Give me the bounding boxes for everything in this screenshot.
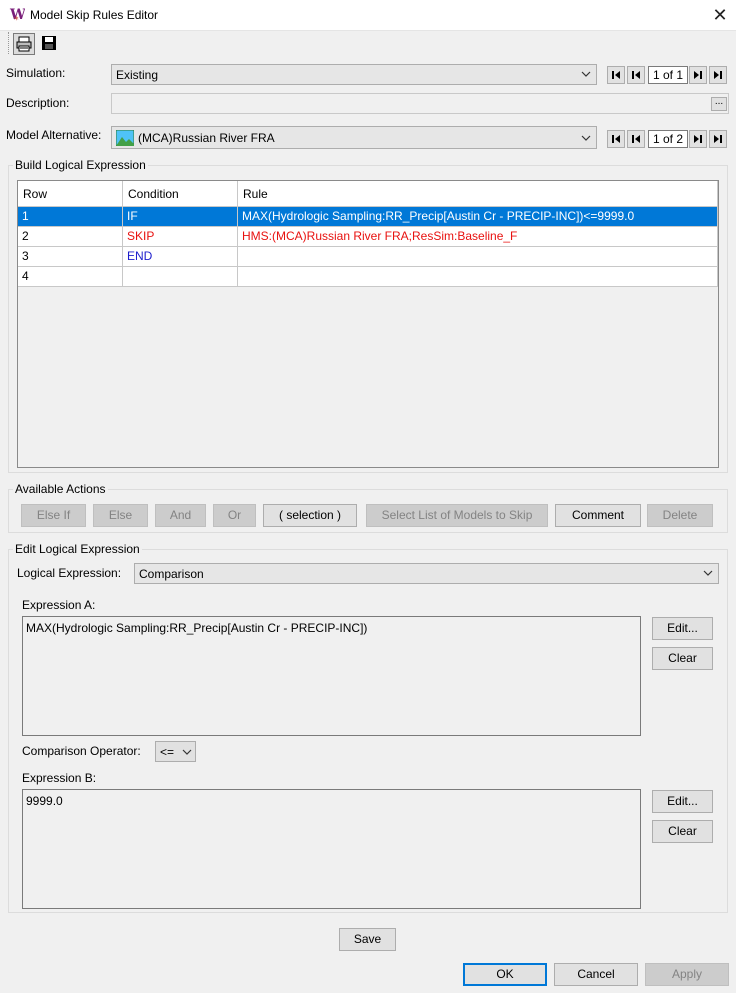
cell-condition[interactable]: IF	[123, 207, 238, 227]
and-button[interactable]: And	[155, 504, 206, 527]
available-actions-title: Available Actions	[13, 482, 108, 496]
comparison-operator-combo[interactable]: <=	[155, 741, 196, 762]
sim-last-button[interactable]	[709, 66, 727, 84]
cell-rule[interactable]	[238, 267, 718, 287]
sim-prev-button[interactable]	[627, 66, 645, 84]
expression-b-label: Expression B:	[22, 771, 97, 785]
cancel-button[interactable]: Cancel	[554, 963, 638, 986]
edit-a-button[interactable]: Edit...	[652, 617, 713, 640]
column-header-rule[interactable]: Rule	[238, 181, 718, 207]
select-list-models-button[interactable]: Select List of Models to Skip	[366, 504, 548, 527]
model-alternative-value: (MCA)Russian River FRA	[138, 131, 275, 145]
simulation-label: Simulation:	[6, 66, 66, 80]
ok-button[interactable]: OK	[463, 963, 547, 986]
cell-condition[interactable]: SKIP	[123, 227, 238, 247]
description-label: Description:	[6, 96, 70, 110]
apply-button[interactable]: Apply	[645, 963, 729, 986]
alt-last-button[interactable]	[709, 130, 727, 148]
selection-button[interactable]: ( selection )	[263, 504, 357, 527]
chevron-down-icon	[181, 746, 193, 758]
else-if-button[interactable]: Else If	[21, 504, 86, 527]
comparison-operator-label: Comparison Operator:	[22, 744, 141, 758]
simulation-combo[interactable]: Existing	[111, 64, 597, 85]
comparison-operator-value: <=	[160, 745, 175, 759]
sim-next-button[interactable]	[689, 66, 707, 84]
column-header-row[interactable]: Row	[18, 181, 123, 207]
edit-b-button[interactable]: Edit...	[652, 790, 713, 813]
cell-condition[interactable]: END	[123, 247, 238, 267]
simulation-value: Existing	[116, 68, 159, 82]
app-icon: W *	[9, 6, 26, 26]
model-alternative-combo[interactable]: (MCA)Russian River FRA	[111, 126, 597, 149]
sim-nav-label: 1 of 1	[648, 66, 688, 84]
edit-expression-title: Edit Logical Expression	[13, 542, 142, 556]
sim-first-button[interactable]	[607, 66, 625, 84]
cell-row[interactable]: 3	[18, 247, 123, 267]
svg-text:*: *	[14, 16, 19, 24]
cell-row[interactable]: 2	[18, 227, 123, 247]
description-browse-button[interactable]: ...	[711, 97, 727, 111]
expression-b-textarea[interactable]: 9999.0	[22, 789, 641, 909]
clear-b-button[interactable]: Clear	[652, 820, 713, 843]
logical-expression-label: Logical Expression:	[17, 566, 122, 580]
cell-rule[interactable]	[238, 247, 718, 267]
cell-row[interactable]: 4	[18, 267, 123, 287]
cell-rule[interactable]: HMS:(MCA)Russian River FRA;ResSim:Baseli…	[238, 227, 718, 247]
clear-a-button[interactable]: Clear	[652, 647, 713, 670]
expression-a-label: Expression A:	[22, 598, 96, 612]
alt-nav-label: 1 of 2	[648, 130, 688, 148]
window-title: Model Skip Rules Editor	[30, 8, 159, 22]
alt-prev-button[interactable]	[627, 130, 645, 148]
toolbar-grip	[8, 32, 10, 54]
close-icon[interactable]: ✕	[704, 3, 736, 29]
model-alternative-label: Model Alternative:	[6, 128, 102, 142]
print-icon[interactable]	[13, 33, 35, 55]
or-button[interactable]: Or	[213, 504, 256, 527]
chevron-down-icon	[580, 132, 592, 144]
description-input[interactable]	[111, 93, 729, 114]
landscape-icon	[115, 129, 135, 147]
delete-button[interactable]: Delete	[647, 504, 713, 527]
else-button[interactable]: Else	[93, 504, 148, 527]
cell-rule[interactable]: MAX(Hydrologic Sampling:RR_Precip[Austin…	[238, 207, 718, 227]
cell-condition[interactable]	[123, 267, 238, 287]
column-header-condition[interactable]: Condition	[123, 181, 238, 207]
chevron-down-icon	[702, 567, 714, 579]
logical-expression-combo[interactable]: Comparison	[134, 563, 719, 584]
chevron-down-icon	[580, 68, 592, 80]
cell-row[interactable]: 1	[18, 207, 123, 227]
alt-next-button[interactable]	[689, 130, 707, 148]
expression-a-textarea[interactable]: MAX(Hydrologic Sampling:RR_Precip[Austin…	[22, 616, 641, 736]
comment-button[interactable]: Comment	[555, 504, 641, 527]
build-expression-title: Build Logical Expression	[13, 158, 148, 172]
save-button[interactable]: Save	[339, 928, 396, 951]
alt-first-button[interactable]	[607, 130, 625, 148]
save-icon[interactable]	[39, 33, 61, 55]
logical-expression-value: Comparison	[139, 567, 204, 581]
